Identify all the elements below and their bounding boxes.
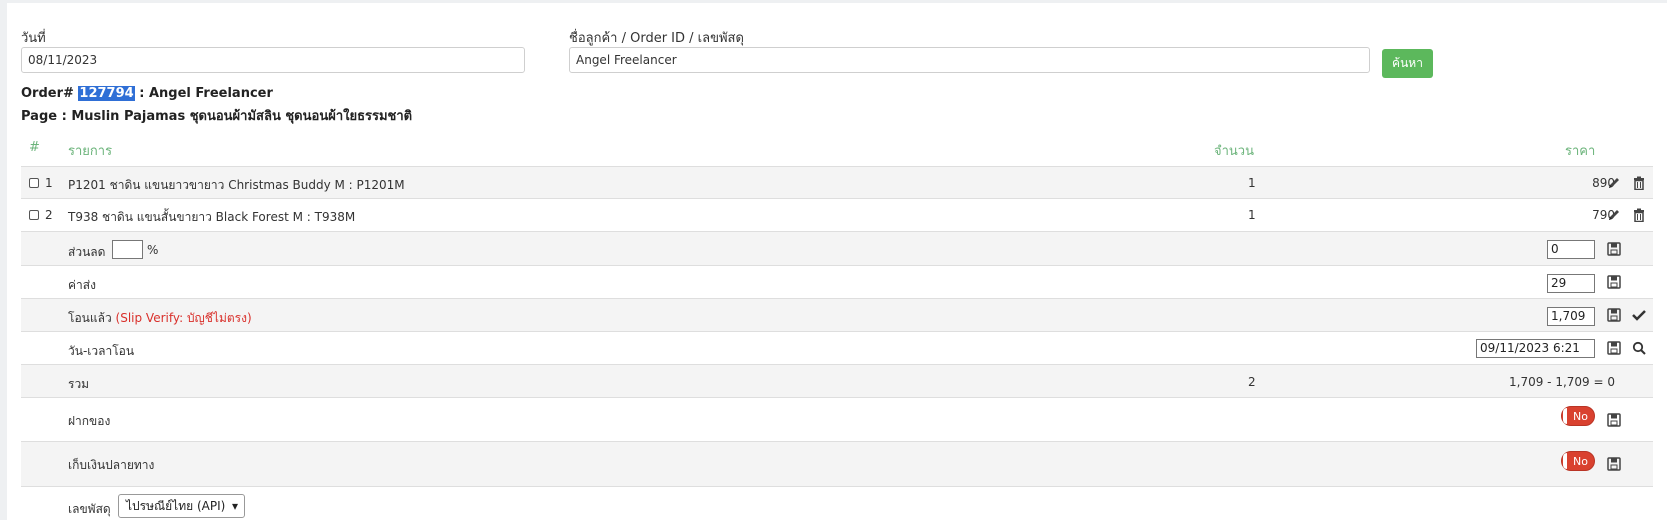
save-icon[interactable] [1607,413,1621,427]
date-input[interactable]: 08/11/2023 [21,47,525,73]
shipping-row: ค่าส่ง 29 [21,265,1653,298]
save-icon[interactable] [1607,308,1621,322]
cod-row: เก็บเงินปลายทาง No [21,441,1653,486]
deposit-toggle[interactable]: No [1561,406,1595,426]
item-name: P1201 ชาดิน แขนยาวขายาว Christmas Buddy … [68,178,405,192]
item-number: 2 [45,208,53,222]
transfer-amount-input[interactable]: 1,709 [1547,307,1595,326]
date-label: วันที่ [21,31,46,46]
item-checkbox[interactable] [29,210,39,220]
table-row: 1 P1201 ชาดิน แขนยาวขายาว Christmas Budd… [21,166,1653,198]
trash-icon[interactable] [1632,176,1646,190]
item-name: T938 ชาดิน แขนสั้นขายาว Black Forest M :… [68,210,356,224]
search-button[interactable]: ค้นหา [1382,49,1433,78]
total-row: รวม 2 1,709 - 1,709 = 0 [21,364,1653,397]
transfer-datetime-input[interactable]: 09/11/2023 6:21 [1476,339,1595,358]
order-id[interactable]: 127794 [78,86,135,101]
trash-icon[interactable] [1632,208,1646,222]
customer-search-input[interactable]: Angel Freelancer [569,47,1370,73]
col-header-qty: จำนวน [1214,144,1254,159]
cod-label: เก็บเงินปลายทาง [68,458,155,472]
item-qty: 1 [1248,208,1256,222]
deposit-label: ฝากของ [68,414,111,428]
shipping-label: ค่าส่ง [68,278,96,292]
discount-amount-input[interactable]: 0 [1547,240,1595,259]
save-icon[interactable] [1607,275,1621,289]
total-qty: 2 [1248,375,1256,389]
item-number: 1 [45,176,53,190]
check-icon[interactable] [1632,308,1646,322]
discount-row: ส่วนลด % 0 [21,231,1653,265]
table-row: 2 T938 ชาดิน แขนสั้นขายาว Black Forest M… [21,198,1653,231]
save-icon[interactable] [1607,242,1621,256]
col-header-item: รายการ [68,144,113,159]
item-price: 890 [1592,176,1615,190]
chevron-down-icon: ▾ [231,499,238,513]
save-icon[interactable] [1607,457,1621,471]
item-qty: 1 [1248,176,1256,190]
total-summary: 1,709 - 1,709 = 0 [1509,375,1615,389]
transfer-time-row: วัน-เวลาโอน 09/11/2023 6:21 [21,331,1653,364]
total-label: รวม [68,377,90,391]
order-page-line: Page : Muslin Pajamas ชุดนอนผ้ามัสลิน ชุ… [21,109,413,124]
transfer-time-label: วัน-เวลาโอน [68,344,135,358]
transfer-row: โอนแล้ว (Slip Verify: บัญชีไม่ตรง) 1,709 [21,298,1653,331]
item-checkbox[interactable] [29,178,39,188]
cod-toggle[interactable]: No [1561,451,1595,471]
order-title: Order# 127794 : Angel Freelancer [21,86,273,101]
shipping-input[interactable]: 29 [1547,274,1595,293]
col-header-num: # [29,140,40,155]
item-price: 790 [1592,208,1615,222]
edit-pencil-icon[interactable] [1607,208,1621,222]
col-header-price: ราคา [1565,144,1596,159]
transfer-label: โอนแล้ว (Slip Verify: บัญชีไม่ตรง) [68,309,252,328]
deposit-row: ฝากของ No [21,397,1653,441]
customer-search-label: ชื่อลูกค้า / Order ID / เลขพัสดุ [569,31,744,46]
discount-label: ส่วนลด [68,245,106,259]
carrier-select[interactable]: ไปรษณีย์ไทย (API) ▾ [118,494,245,518]
order-prefix: Order# [21,86,74,101]
percent-sign: % [147,243,159,257]
carrier-selected: ไปรษณีย์ไทย (API) [126,499,226,513]
search-icon[interactable] [1632,341,1646,355]
save-icon[interactable] [1607,341,1621,355]
order-customer: : Angel Freelancer [139,86,273,101]
tracking-label: เลขพัสดุ [68,502,111,516]
discount-percent-input[interactable] [112,240,143,259]
transfer-label-text: โอนแล้ว [68,311,112,325]
tracking-row: เลขพัสดุ [21,486,1653,520]
edit-pencil-icon[interactable] [1607,176,1621,190]
slip-verify-warning: (Slip Verify: บัญชีไม่ตรง) [115,311,252,325]
